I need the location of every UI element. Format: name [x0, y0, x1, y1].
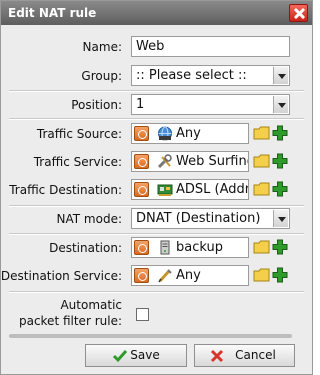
name-input[interactable]: Web	[131, 36, 290, 57]
group-label: Group:	[81, 69, 122, 83]
divider	[9, 291, 304, 293]
chevron-down-icon[interactable]	[273, 96, 288, 113]
traffic-destination-label: Traffic Destination:	[9, 183, 122, 197]
nat-mode-label: NAT mode:	[56, 212, 122, 226]
destination-service-value: Any	[176, 268, 201, 283]
divider	[9, 233, 304, 235]
destination-row: Destination: backup	[1, 236, 312, 260]
traffic-source-label: Traffic Source:	[36, 127, 122, 141]
priority-icon[interactable]	[134, 154, 149, 169]
auto-filter-label: Automatic packet filter rule:	[19, 297, 122, 329]
name-row: Name: Web	[1, 35, 312, 59]
traffic-source-row: Traffic Source: Any	[1, 122, 312, 146]
name-label: Name:	[82, 40, 122, 54]
divider	[9, 118, 304, 120]
globe-network-icon	[158, 126, 172, 141]
auto-filter-checkbox[interactable]	[136, 308, 149, 321]
position-label: Position:	[71, 98, 122, 112]
cancel-button[interactable]: Cancel	[194, 344, 295, 367]
horizontal-scrollbar[interactable]	[9, 334, 292, 338]
traffic-service-row: Traffic Service: Web Surfing	[1, 150, 312, 174]
traffic-destination-row: Traffic Destination: ADSL (Addre	[1, 178, 312, 202]
destination-service-row: Destination Service: Any	[1, 264, 312, 288]
traffic-source-field[interactable]: Any	[131, 123, 249, 144]
server-host-icon	[160, 240, 170, 255]
plus-icon[interactable]	[272, 239, 288, 255]
dialog-titlebar[interactable]: Edit NAT rule	[1, 1, 312, 25]
chevron-down-icon[interactable]	[273, 67, 288, 84]
priority-icon[interactable]	[134, 126, 149, 141]
group-select[interactable]: :: Please select ::	[131, 65, 290, 86]
destination-label: Destination:	[49, 241, 122, 255]
network-card-icon	[157, 184, 173, 196]
destination-service-field[interactable]: Any	[131, 265, 249, 286]
wrench-service-icon	[157, 154, 172, 169]
save-button[interactable]: Save	[85, 344, 187, 367]
folder-icon[interactable]	[253, 154, 270, 168]
priority-icon[interactable]	[134, 240, 149, 255]
plus-icon[interactable]	[272, 267, 288, 283]
priority-icon[interactable]	[134, 182, 149, 197]
save-label: Save	[130, 348, 160, 362]
divider	[9, 90, 304, 92]
position-select[interactable]: 1	[131, 94, 290, 115]
plus-icon[interactable]	[272, 181, 288, 197]
group-row: Group: :: Please select ::	[1, 64, 312, 88]
nat-mode-row: NAT mode: DNAT (Destination)	[1, 207, 312, 231]
pen-service-icon	[158, 269, 172, 283]
traffic-destination-field[interactable]: ADSL (Addre	[131, 179, 249, 200]
traffic-destination-value: ADSL (Addre	[176, 182, 248, 197]
traffic-service-value: Web Surfing	[176, 154, 249, 169]
edit-nat-rule-dialog: Edit NAT rule Name: Web Group: :: Please…	[0, 0, 313, 375]
folder-icon[interactable]	[253, 240, 270, 254]
nat-mode-select-value: DNAT (Destination)	[136, 211, 261, 226]
auto-filter-label-line1: Automatic	[60, 298, 122, 312]
traffic-service-field[interactable]: Web Surfing	[131, 151, 249, 172]
dialog-title: Edit NAT rule	[8, 6, 97, 20]
position-select-value: 1	[136, 97, 145, 112]
traffic-source-value: Any	[176, 126, 201, 141]
folder-icon[interactable]	[253, 182, 270, 196]
traffic-service-label: Traffic Service:	[33, 155, 122, 169]
cancel-label: Cancel	[235, 348, 276, 362]
plus-icon[interactable]	[272, 153, 288, 169]
priority-icon[interactable]	[134, 268, 149, 283]
folder-icon[interactable]	[253, 268, 270, 282]
destination-field[interactable]: backup	[131, 237, 249, 258]
nat-mode-select[interactable]: DNAT (Destination)	[131, 208, 290, 229]
destination-service-label: Destination Service:	[0, 269, 122, 283]
chevron-down-icon[interactable]	[273, 210, 288, 227]
plus-icon[interactable]	[272, 125, 288, 141]
position-row: Position: 1	[1, 93, 312, 117]
destination-value: backup	[176, 240, 223, 255]
group-select-value: :: Please select ::	[136, 68, 247, 83]
close-x-icon	[210, 349, 224, 363]
checkmark-icon	[112, 350, 128, 363]
auto-filter-label-line2: packet filter rule:	[18, 314, 122, 328]
folder-icon[interactable]	[253, 126, 270, 140]
close-icon[interactable]	[289, 4, 308, 22]
